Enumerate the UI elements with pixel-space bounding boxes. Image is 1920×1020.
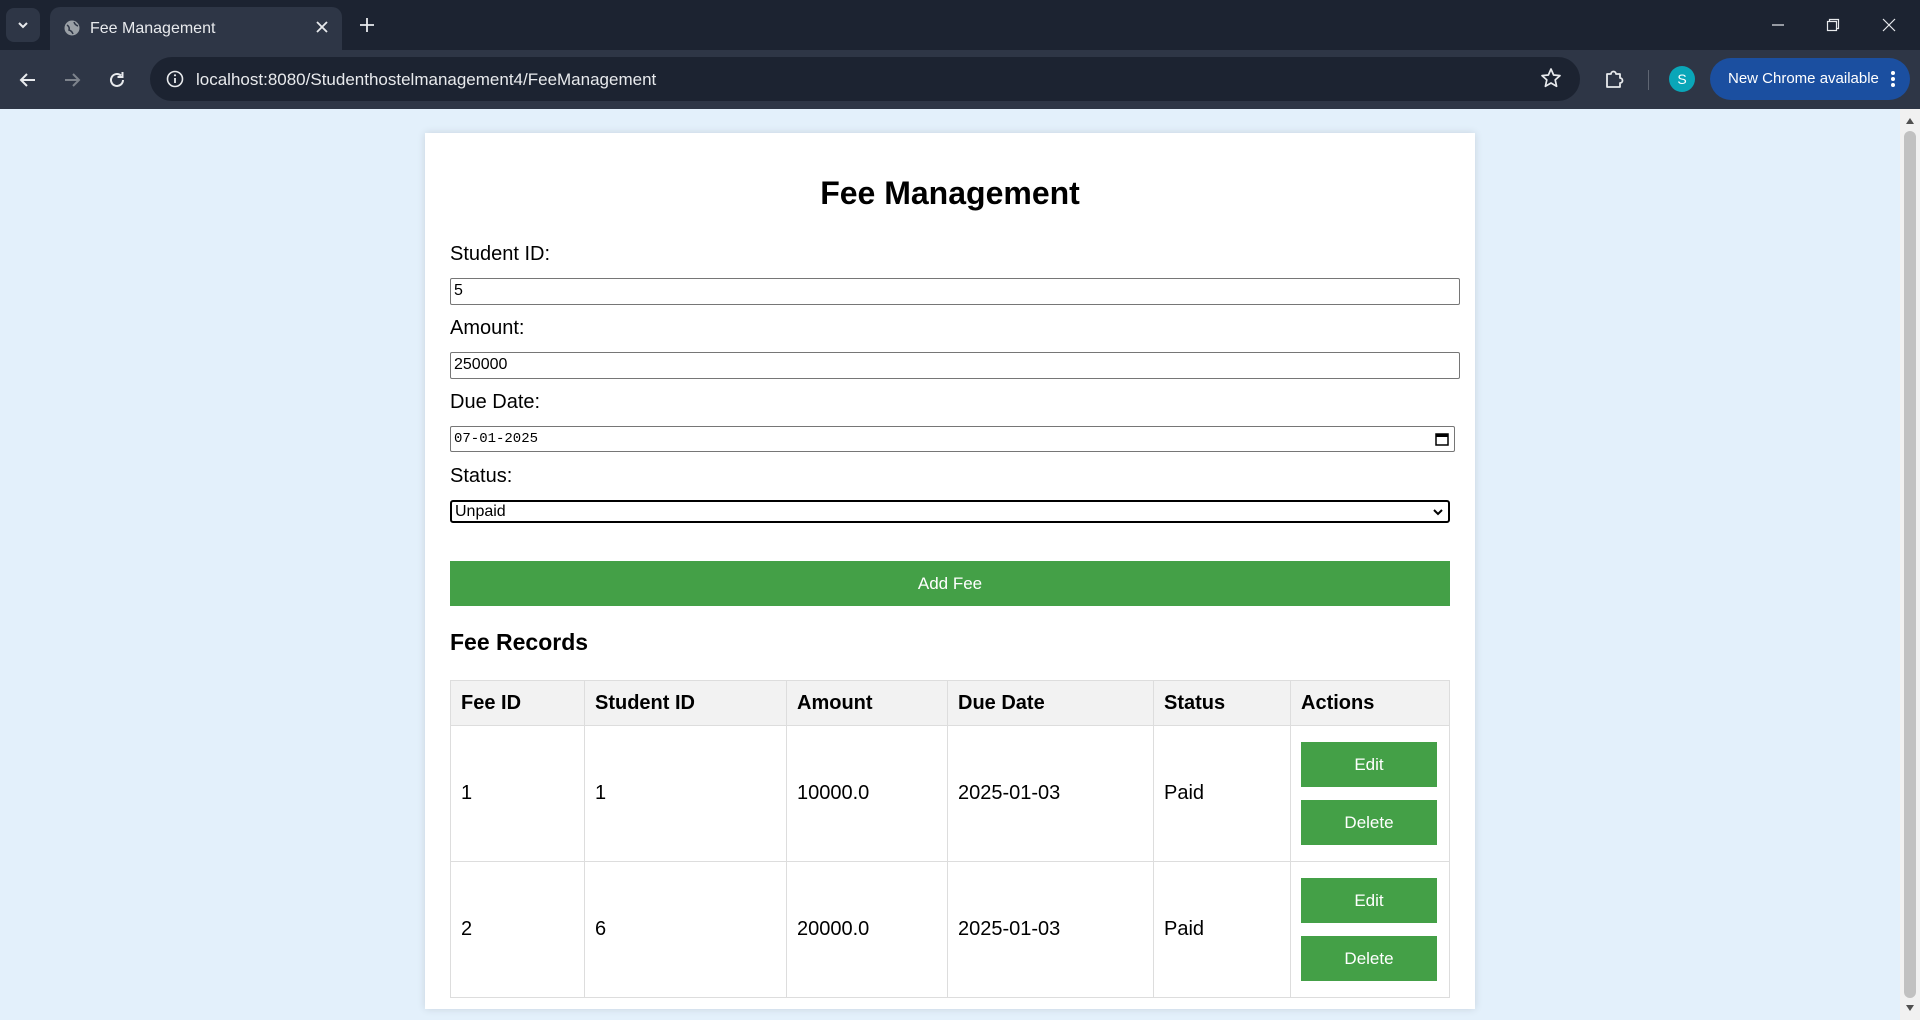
fee-management-card: Fee Management Student ID: 5 Amount: 250… [425, 133, 1475, 1009]
due-date-value: 07-01-2025 [454, 431, 539, 447]
cell-fee-id: 1 [450, 725, 585, 862]
cell-actions: Edit Delete [1290, 725, 1450, 862]
cell-student-id: 1 [584, 725, 787, 862]
triangle-up-icon [1906, 118, 1914, 124]
scrollbar-thumb[interactable] [1904, 131, 1916, 998]
edit-button[interactable]: Edit [1301, 742, 1437, 787]
new-tab-button[interactable] [353, 11, 381, 39]
column-header-student-id: Student ID [584, 680, 787, 726]
cell-actions: Edit Delete [1290, 861, 1450, 998]
column-header-actions: Actions [1290, 680, 1450, 726]
bookmark-star-icon[interactable] [1540, 67, 1562, 89]
calendar-icon[interactable] [1434, 431, 1450, 447]
column-header-due-date: Due Date [947, 680, 1154, 726]
window-close-button[interactable] [1866, 10, 1912, 40]
chevron-down-icon [1433, 509, 1443, 516]
puzzle-icon [1606, 70, 1624, 88]
minimize-icon [1772, 24, 1784, 26]
chevron-down-icon [18, 22, 28, 29]
amount-input[interactable]: 250000 [450, 352, 1460, 379]
url-text[interactable]: localhost:8080/Studenthostelmanagement4/… [196, 70, 656, 90]
column-header-status: Status [1153, 680, 1291, 726]
restore-button[interactable] [1810, 10, 1856, 40]
cell-due-date: 2025-01-03 [947, 725, 1154, 862]
delete-button[interactable]: Delete [1301, 936, 1437, 981]
plus-icon [360, 18, 374, 32]
update-label: New Chrome available [1728, 70, 1879, 87]
table-header-row: Fee ID Student ID Amount Due Date Status… [450, 680, 1450, 726]
student-id-label: Student ID: [450, 243, 551, 265]
scroll-up-button[interactable] [1900, 112, 1920, 130]
scroll-down-button[interactable] [1900, 999, 1920, 1017]
page-title: Fee Management [820, 175, 1080, 211]
browser-toolbar: localhost:8080/Studenthostelmanagement4/… [0, 50, 1920, 109]
back-button[interactable] [12, 64, 44, 96]
cell-fee-id: 2 [450, 861, 585, 998]
due-date-label: Due Date: [450, 391, 541, 413]
due-date-input[interactable]: 07-01-2025 [450, 426, 1455, 452]
info-icon [166, 70, 184, 88]
fee-records-table: Fee ID Student ID Amount Due Date Status… [450, 680, 1450, 998]
minimize-button[interactable] [1755, 10, 1801, 40]
browser-tab[interactable]: Fee Management [50, 7, 342, 50]
edit-button[interactable]: Edit [1301, 878, 1437, 923]
amount-label: Amount: [450, 317, 525, 339]
table-row: 2 6 20000.0 2025-01-03 Paid Edit Delete [450, 861, 1450, 998]
arrow-left-icon [19, 73, 35, 87]
browser-tab-bar: Fee Management [0, 0, 1920, 50]
status-selected-value: Unpaid [455, 503, 506, 520]
toolbar-divider [1648, 70, 1649, 90]
cell-status: Paid [1153, 725, 1291, 862]
page-viewport: Fee Management Student ID: 5 Amount: 250… [0, 109, 1900, 1020]
page-scrollbar[interactable] [1900, 109, 1920, 1020]
delete-button[interactable]: Delete [1301, 800, 1437, 845]
cell-amount: 20000.0 [786, 861, 948, 998]
cell-amount: 10000.0 [786, 725, 948, 862]
arrow-right-icon [65, 73, 81, 87]
chrome-update-button[interactable]: New Chrome available [1710, 58, 1910, 100]
address-bar[interactable]: localhost:8080/Studenthostelmanagement4/… [150, 57, 1580, 101]
add-fee-button[interactable]: Add Fee [450, 561, 1450, 606]
column-header-fee-id: Fee ID [450, 680, 585, 726]
status-label: Status: [450, 465, 513, 487]
tab-title: Fee Management [90, 20, 216, 37]
more-vert-icon [1891, 71, 1895, 87]
fee-records-title: Fee Records [450, 629, 589, 655]
status-select[interactable]: Unpaid [450, 500, 1450, 523]
table-row: 1 1 10000.0 2025-01-03 Paid Edit Delete [450, 725, 1450, 862]
profile-avatar[interactable]: S [1669, 66, 1695, 92]
tab-search-button[interactable] [6, 8, 40, 42]
globe-icon [64, 20, 80, 36]
cell-due-date: 2025-01-03 [947, 861, 1154, 998]
site-info-button[interactable] [160, 64, 190, 94]
close-icon [1882, 18, 1896, 32]
cell-student-id: 6 [584, 861, 787, 998]
cell-status: Paid [1153, 861, 1291, 998]
student-id-input[interactable]: 5 [450, 278, 1460, 305]
restore-icon [1826, 18, 1840, 32]
close-icon[interactable] [314, 19, 330, 35]
column-header-amount: Amount [786, 680, 948, 726]
extensions-button[interactable] [1598, 63, 1630, 95]
forward-button[interactable] [56, 64, 88, 96]
reload-icon [110, 72, 124, 87]
triangle-down-icon [1906, 1005, 1914, 1011]
reload-button[interactable] [101, 64, 133, 96]
